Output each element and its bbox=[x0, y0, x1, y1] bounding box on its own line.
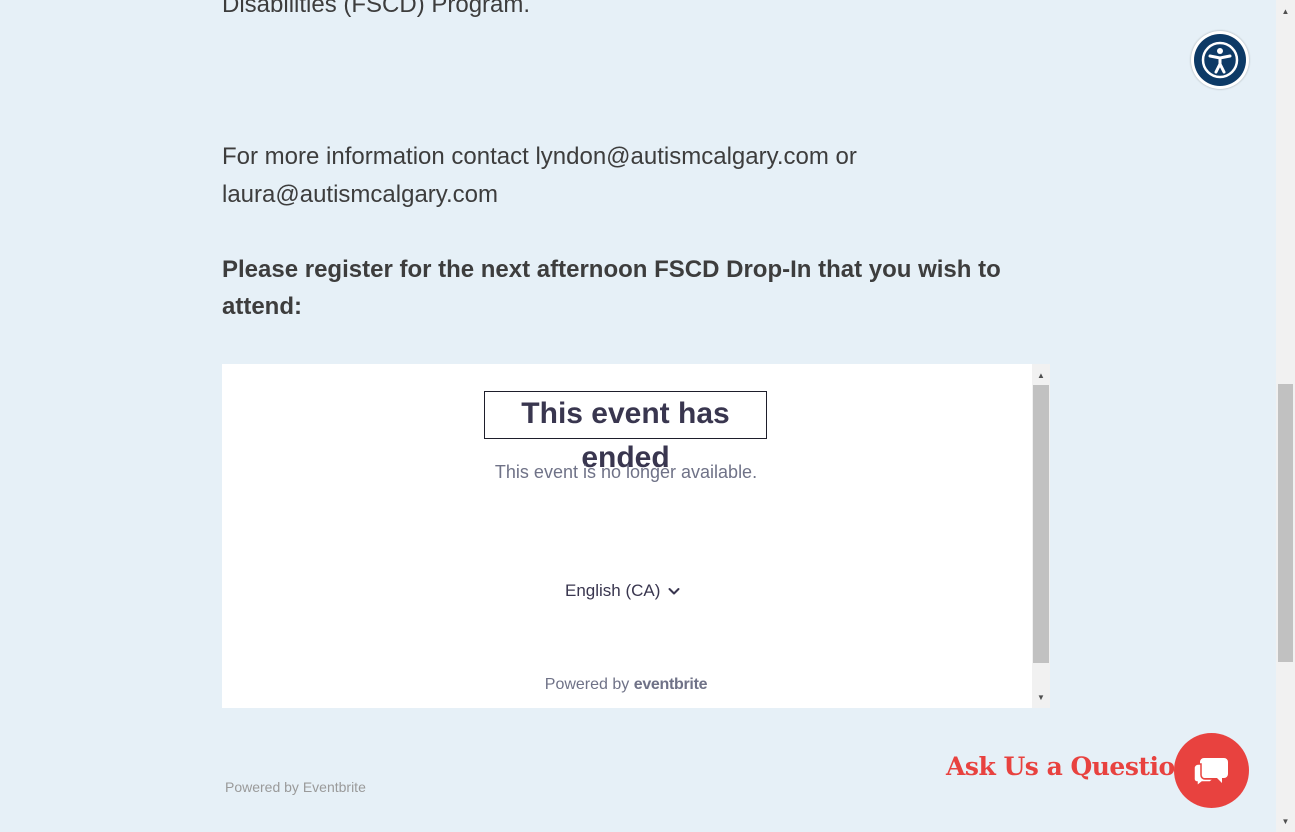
chevron-down-icon bbox=[668, 588, 680, 595]
page-scroll-thumb[interactable] bbox=[1278, 384, 1293, 662]
language-select-value: English (CA) bbox=[565, 581, 661, 600]
register-heading-line-1: Please register for the next afternoon F… bbox=[222, 256, 1001, 283]
event-ended-title: This event has ended bbox=[484, 391, 767, 474]
embed-scrollbar[interactable]: ▲ ▼ bbox=[1032, 364, 1050, 708]
powered-by-prefix: Powered by bbox=[544, 676, 630, 693]
powered-by-eventbrite-footer-link[interactable]: Powered by Eventbrite bbox=[225, 779, 366, 795]
contact-text-line-1: For more information contact lyndon@auti… bbox=[222, 143, 857, 170]
page: Disabilities (FSCD) Program. For more in… bbox=[0, 0, 1295, 832]
accessibility-icon bbox=[1201, 41, 1239, 79]
event-unavailable-text: This event is no longer available. bbox=[494, 462, 758, 482]
page-scroll-down-icon[interactable]: ▼ bbox=[1276, 812, 1295, 830]
eventbrite-embed: This event has ended This event is no lo… bbox=[222, 364, 1050, 708]
eventbrite-embed-content: This event has ended This event is no lo… bbox=[222, 364, 1032, 708]
page-scrollbar[interactable]: ▲ ▼ bbox=[1276, 0, 1295, 832]
accessibility-icon-circle bbox=[1194, 34, 1246, 86]
embed-scroll-down-icon[interactable]: ▼ bbox=[1032, 688, 1050, 706]
chat-button[interactable] bbox=[1174, 733, 1249, 808]
embed-scroll-up-icon[interactable]: ▲ bbox=[1032, 366, 1050, 384]
powered-by-eventbrite-link[interactable]: Powered by eventbrite bbox=[222, 676, 1030, 694]
eventbrite-logo: eventbrite bbox=[633, 676, 708, 693]
embed-scroll-thumb[interactable] bbox=[1033, 385, 1049, 663]
chat-bubbles-icon bbox=[1193, 757, 1228, 788]
page-scroll-up-icon[interactable]: ▲ bbox=[1276, 2, 1295, 20]
accessibility-button[interactable] bbox=[1191, 31, 1249, 89]
contact-text-line-2: laura@autismcalgary.com bbox=[222, 181, 499, 208]
register-heading-line-2: attend: bbox=[222, 293, 302, 320]
ask-us-a-question-label[interactable]: Ask Us a Question bbox=[946, 752, 1193, 781]
intro-text-tail: Disabilities (FSCD) Program. bbox=[222, 0, 531, 18]
language-select[interactable]: English (CA) bbox=[565, 579, 682, 603]
